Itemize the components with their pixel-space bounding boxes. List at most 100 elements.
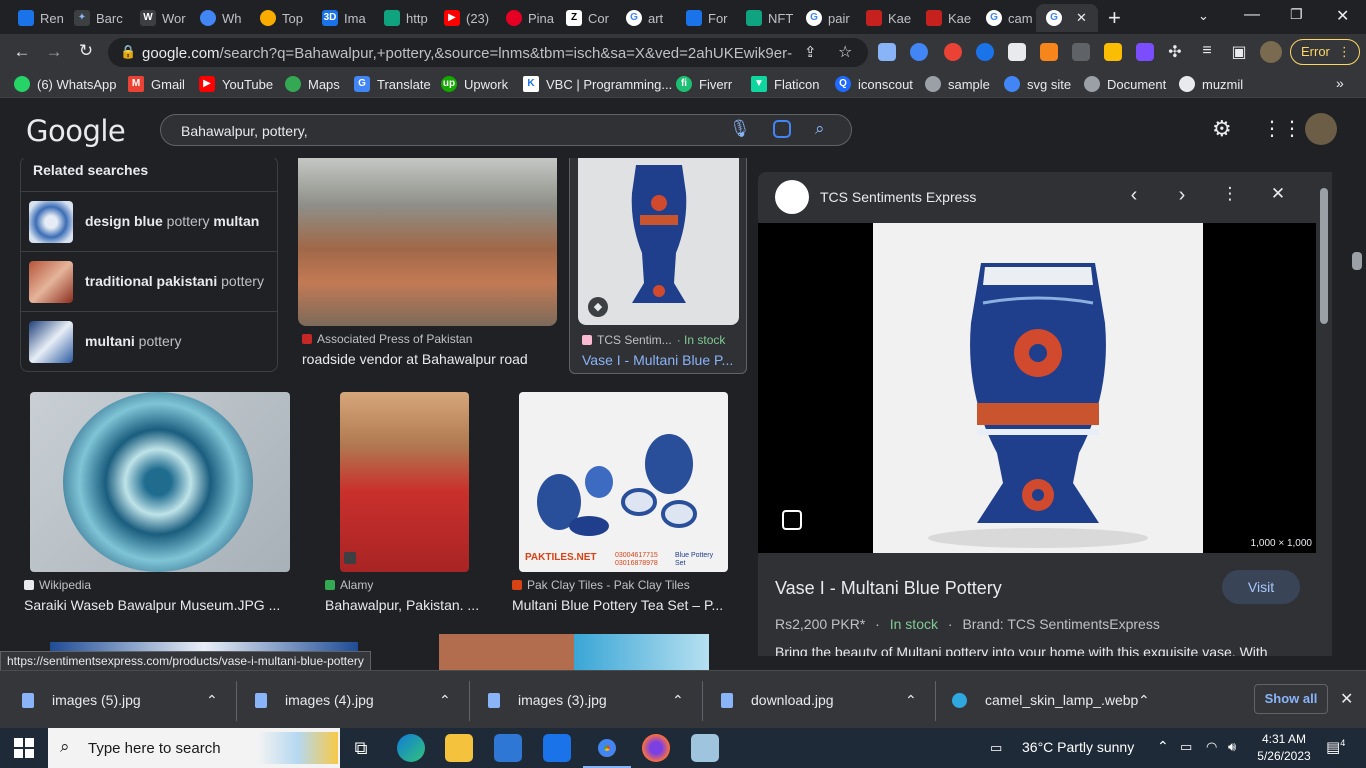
bookmark-gmail[interactable]: M Gmail [128, 76, 185, 92]
scrollbar-thumb[interactable] [1352, 252, 1362, 270]
bookmark-sample[interactable]: sample [925, 76, 990, 92]
tab-4[interactable]: Wh [190, 4, 250, 32]
volume-icon[interactable]: 🔊︎ [1228, 739, 1236, 755]
bookmark-muzmil[interactable]: muzmil [1179, 76, 1243, 92]
edge-icon[interactable] [397, 734, 425, 762]
bookmark-svg-site[interactable]: svg site [1004, 76, 1071, 92]
account-avatar[interactable] [1305, 113, 1337, 145]
extension-icon[interactable] [1136, 43, 1154, 61]
error-button[interactable]: Error ⋮ [1290, 39, 1360, 65]
tab-7[interactable]: http [374, 4, 434, 32]
wifi-icon[interactable]: ◠ [1206, 739, 1217, 755]
scrollbar-thumb[interactable] [1320, 188, 1328, 324]
back-button[interactable]: ← [10, 42, 34, 62]
tab-2[interactable]: ✦ Barc [64, 4, 126, 32]
related-item[interactable]: multani pottery [21, 311, 277, 371]
mail-icon[interactable] [543, 734, 571, 762]
microsoft-store-icon[interactable] [494, 734, 522, 762]
chevron-up-icon[interactable]: ⌃ [672, 692, 684, 709]
panel-site-name[interactable]: TCS Sentiments Express [820, 189, 976, 205]
chevron-up-icon[interactable]: ⌃ [1157, 738, 1169, 755]
extension-icon[interactable] [976, 43, 994, 61]
panel-title[interactable]: Vase I - Multani Blue Pottery [775, 578, 1002, 599]
tab-10[interactable]: Z Cor [556, 4, 616, 32]
bookmark-whatsapp[interactable]: (6) WhatsApp [14, 76, 116, 92]
chrome-icon[interactable] [593, 734, 621, 762]
tab-17[interactable]: Gcam [976, 4, 1036, 32]
tab-8[interactable]: ▶ (23) [434, 4, 496, 32]
lens-icon[interactable] [773, 120, 791, 138]
apps-grid-icon[interactable]: ⋮⋮ [1262, 116, 1302, 141]
extension-icon[interactable] [910, 43, 928, 61]
chevron-right-icon[interactable]: › [1170, 184, 1194, 207]
reload-button[interactable]: ↻ [74, 41, 98, 61]
clock-date[interactable]: 5/26/2023 [1253, 749, 1315, 763]
firefox-icon[interactable] [642, 734, 670, 762]
new-tab-button[interactable]: + [1108, 5, 1121, 31]
tab-12[interactable]: For [676, 4, 736, 32]
chevron-up-icon[interactable]: ⌃ [1138, 692, 1150, 709]
windows-start-icon[interactable] [14, 738, 34, 758]
restore-button[interactable]: ❐ [1290, 6, 1303, 23]
lens-search-icon[interactable] [782, 510, 802, 530]
microphone-icon[interactable]: 🎙 [729, 119, 751, 139]
image-result-selected[interactable]: ◆ TCS Sentim... · In stock Vase I - Multa… [569, 158, 747, 374]
download-item[interactable]: images (3).jpg ⌃ [488, 671, 688, 729]
battery-icon[interactable]: ▭ [1180, 739, 1192, 755]
bookmark-vbc[interactable]: K VBC | Programming... [523, 76, 672, 92]
search-icon[interactable]: ⌕ [815, 119, 825, 139]
chevron-up-icon[interactable]: ⌃ [905, 692, 917, 709]
bookmark-youtube[interactable]: ▶ YouTube [199, 76, 273, 92]
media-icon[interactable]: ≡ [1195, 42, 1219, 60]
tab-13[interactable]: NFT [736, 4, 796, 32]
tab-search-icon[interactable]: ⌄ [1198, 8, 1209, 24]
chevron-left-icon[interactable]: ‹ [1122, 184, 1146, 207]
tab-3[interactable]: W Wor [130, 4, 190, 32]
download-item[interactable]: images (4).jpg ⌃ [255, 671, 455, 729]
chevron-up-icon[interactable]: ⌃ [439, 692, 451, 709]
profile-avatar[interactable] [1260, 41, 1282, 63]
tab-11[interactable]: Gart [616, 4, 676, 32]
download-item[interactable]: download.jpg ⌃ [721, 671, 921, 729]
close-window-button[interactable]: ✕ [1336, 6, 1349, 26]
preview-image-area[interactable]: 1,000 × 1,000 [758, 223, 1316, 553]
gear-icon[interactable]: ⚙ [1212, 116, 1232, 142]
visit-button[interactable]: Visit [1222, 570, 1300, 604]
address-bar[interactable]: 🔒 google.com/search?q=Bahawalpur,+potter… [108, 38, 868, 67]
weather-text[interactable]: 36°C Partly sunny [1022, 739, 1134, 755]
task-view-icon[interactable]: ⧉ [347, 734, 375, 762]
page-scrollbar[interactable] [1348, 158, 1366, 670]
taskbar-search[interactable]: ⌕ Type here to search [48, 728, 340, 768]
close-downloads-icon[interactable]: ✕ [1340, 689, 1353, 709]
bookmark-iconscout[interactable]: Qiconscout [835, 76, 913, 92]
pen-icon[interactable] [1104, 43, 1122, 61]
bookmark-fiverr[interactable]: fi Fiverr [676, 76, 732, 92]
close-icon[interactable]: ✕ [1266, 184, 1290, 204]
chevron-up-icon[interactable]: ⌃ [206, 692, 218, 709]
extension-icon[interactable] [1072, 43, 1090, 61]
download-item[interactable]: images (5).jpg ⌃ [22, 671, 222, 729]
tab-9[interactable]: Pina [496, 4, 556, 32]
extension-icon[interactable] [1008, 43, 1026, 61]
notification-icon[interactable]: ▤4 [1326, 738, 1345, 756]
tab-active[interactable]: G ✕ [1036, 4, 1098, 32]
tab-5[interactable]: Top [250, 4, 312, 32]
download-item[interactable]: camel_skin_lamp_.webp ⌃ [952, 671, 1152, 729]
file-explorer-icon[interactable] [445, 734, 473, 762]
more-options-icon[interactable]: ⋮ [1218, 184, 1242, 204]
tab-14[interactable]: Gpair [796, 4, 856, 32]
side-panel-icon[interactable]: ▣ [1227, 42, 1251, 62]
tab-15[interactable]: Kae [856, 4, 916, 32]
tab-16[interactable]: Kae [916, 4, 976, 32]
weather-icon[interactable]: ▭ [990, 740, 1002, 756]
panel-scrollbar[interactable] [1316, 172, 1332, 656]
google-logo[interactable]: Google [26, 114, 126, 148]
show-all-button[interactable]: Show all [1254, 684, 1328, 714]
extension-icon[interactable] [878, 43, 896, 61]
extension-icon[interactable] [944, 43, 962, 61]
search-input[interactable]: Bahawalpur, pottery, 🎙 ⌕ [160, 114, 852, 146]
share-icon[interactable]: ⇪ [804, 43, 817, 61]
metamask-icon[interactable] [1040, 43, 1058, 61]
forward-button[interactable]: → [42, 42, 66, 62]
tab-1[interactable]: Ren [8, 4, 64, 32]
